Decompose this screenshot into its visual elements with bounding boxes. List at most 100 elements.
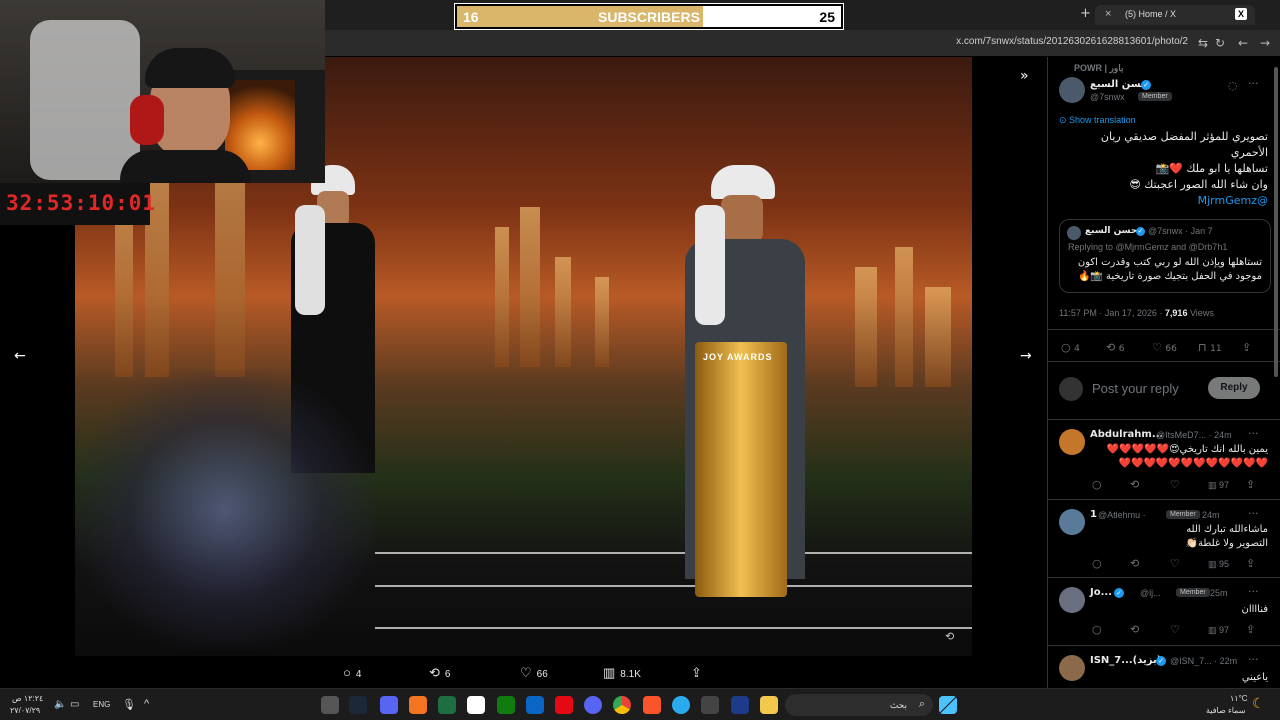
next-photo-button[interactable]: → xyxy=(1020,348,1032,364)
more-icon[interactable]: ··· xyxy=(1248,77,1259,90)
reply-more-icon[interactable]: ··· xyxy=(1248,427,1259,440)
subscriber-goal-bar: 16 SUBSCRIBERS 25 xyxy=(454,3,844,30)
reply-text-line-1: ماشاءالله تبارك الله xyxy=(1186,524,1268,535)
brave-icon[interactable] xyxy=(643,696,661,714)
translate-icon[interactable]: ⇆ xyxy=(1198,36,1208,50)
reply-views[interactable]: ▥ 95 xyxy=(1208,559,1229,570)
steam-icon[interactable] xyxy=(349,696,367,714)
repost-stat[interactable]: ⟲ 6 xyxy=(1106,341,1124,354)
own-avatar xyxy=(1059,377,1083,401)
reply-more-icon[interactable]: ··· xyxy=(1248,653,1259,666)
reply-repost-icon[interactable]: ⟲ xyxy=(1130,623,1139,636)
share-stat-icon[interactable]: ⇪ xyxy=(1242,341,1251,354)
reply-share-icon[interactable]: ⇪ xyxy=(1246,557,1255,570)
app-icon[interactable] xyxy=(731,696,749,714)
discord-icon[interactable] xyxy=(584,696,602,714)
reply-action[interactable]: ○ 4 xyxy=(343,665,361,680)
like-action[interactable]: ♡ 66 xyxy=(520,665,548,681)
address-bar[interactable]: x.com/7snwx/status/2012630261628813601/p… xyxy=(325,30,1280,56)
network-icon[interactable]: ▭ xyxy=(70,699,79,710)
telegram-icon[interactable] xyxy=(672,696,690,714)
quoted-tweet[interactable]: حسن السبع ✓ @7snwx · Jan 7 Replying to @… xyxy=(1059,219,1271,293)
bookmark-stat[interactable]: ⊓ 11 xyxy=(1198,341,1222,354)
author-name[interactable]: حسن السبع xyxy=(1090,79,1148,90)
clock-time[interactable]: ١٢:٢٤ ص xyxy=(12,694,43,703)
repost-stat-count: 6 xyxy=(1118,344,1125,354)
reply-share-icon[interactable]: ⇪ xyxy=(1246,623,1255,636)
reply-avatar xyxy=(1059,509,1085,535)
repost-action[interactable]: ⟲ 6 xyxy=(429,665,450,681)
repost-icon: ⟲ xyxy=(429,665,440,680)
reply-stat-count: 4 xyxy=(1074,344,1080,354)
forward-icon[interactable]: → xyxy=(1260,36,1270,50)
new-tab-button[interactable]: + xyxy=(1080,6,1091,21)
excel-icon[interactable] xyxy=(438,696,456,714)
reply-avatar xyxy=(1059,655,1085,681)
reply-like-icon[interactable]: ♡ xyxy=(1170,478,1180,491)
reply-input[interactable]: Post your reply xyxy=(1092,381,1179,396)
windows-start-icon[interactable] xyxy=(939,696,957,714)
browser-tab[interactable]: × (5) Home / X X xyxy=(1095,5,1255,25)
show-translation-link[interactable]: ⊙ Show translation xyxy=(1059,115,1136,126)
clock-date[interactable]: ٢٧/٠٧/٢٩ xyxy=(10,706,40,715)
reply-more-icon[interactable]: ··· xyxy=(1248,585,1259,598)
like-stat[interactable]: ♡ 66 xyxy=(1152,341,1177,354)
store-icon[interactable] xyxy=(701,696,719,714)
tweet-line-1: تصويري للمؤثر المفضل صديقي ريان xyxy=(1100,130,1268,143)
speaker-icon[interactable]: 🔈 xyxy=(54,699,66,710)
app-icon[interactable] xyxy=(380,696,398,714)
language-indicator[interactable]: ENG xyxy=(93,700,110,709)
verified-icon: ✓ xyxy=(1114,588,1124,598)
show-translation-text: Show translation xyxy=(1069,115,1136,125)
collapse-panel-button[interactable]: » xyxy=(1020,68,1029,84)
author-avatar[interactable] xyxy=(1059,77,1085,103)
file-explorer-icon[interactable] xyxy=(760,696,778,714)
reply-comment-icon[interactable]: ○ xyxy=(1092,557,1102,570)
photo-action-bar: ○ 4 ⟲ 6 ♡ 66 ▥ 8.1K ⇪ xyxy=(325,660,1046,688)
app-icon[interactable] xyxy=(321,696,339,714)
views-action[interactable]: ▥ 8.1K xyxy=(603,665,641,681)
panel-scrollbar[interactable] xyxy=(1274,67,1278,377)
tab-title: (5) Home / X xyxy=(1125,9,1177,19)
reply-repost-icon[interactable]: ⟲ xyxy=(1130,478,1139,491)
reply-like-icon[interactable]: ♡ xyxy=(1170,557,1180,570)
author-handle[interactable]: @7snwx xyxy=(1090,92,1125,102)
edit-image-icon[interactable]: ⟲ xyxy=(945,630,954,643)
reload-icon[interactable]: ↻ xyxy=(1215,36,1225,50)
reply-views[interactable]: ▥ 97 xyxy=(1208,480,1229,491)
grok-icon[interactable]: ◌ xyxy=(1228,79,1238,92)
chevron-up-icon[interactable]: ^ xyxy=(144,698,149,710)
weather-temp[interactable]: ١١°C xyxy=(1230,694,1248,703)
subscriber-current: 16 xyxy=(463,9,479,25)
reply-name: 1 xyxy=(1090,509,1097,520)
reply-views[interactable]: ▥ 97 xyxy=(1208,625,1229,636)
share-action[interactable]: ⇪ xyxy=(691,665,707,681)
close-tab-icon[interactable]: × xyxy=(1105,8,1111,20)
url-text[interactable]: x.com/7snwx/status/2012630261628813601/p… xyxy=(956,36,1188,47)
microphone-icon[interactable]: 🎙 xyxy=(122,698,136,711)
chrome-icon[interactable] xyxy=(613,696,631,714)
app-icon[interactable] xyxy=(467,696,485,714)
reply-like-icon[interactable]: ♡ xyxy=(1170,623,1180,636)
reply-more-icon[interactable]: ··· xyxy=(1248,507,1259,520)
netflix-icon[interactable] xyxy=(555,696,573,714)
reply-share-icon[interactable]: ⇪ xyxy=(1246,478,1255,491)
reply-handle: @lj... xyxy=(1140,588,1161,598)
back-icon[interactable]: ← xyxy=(1238,36,1248,50)
reply-stat[interactable]: ○ 4 xyxy=(1061,341,1080,354)
tweet-panel: POWR | باور حسن السبع ✓ @7snwx Member ◌ … xyxy=(1047,57,1280,688)
reply-repost-icon[interactable]: ⟲ xyxy=(1130,557,1139,570)
reply-comment-icon[interactable]: ○ xyxy=(1092,478,1102,491)
app-icon[interactable] xyxy=(409,696,427,714)
reply-avatar xyxy=(1059,429,1085,455)
tweet-mention[interactable]: @MjrmGemz xyxy=(1101,193,1268,209)
reply-comment-icon[interactable]: ○ xyxy=(1092,623,1102,636)
reply-button[interactable]: Reply xyxy=(1208,377,1260,399)
taskbar-search[interactable]: بحث ⌕ xyxy=(785,694,933,716)
reply-handle: @Atlehmu · xyxy=(1098,510,1146,520)
xbox-icon[interactable] xyxy=(497,696,515,714)
weather-desc[interactable]: سماء صافية xyxy=(1206,706,1246,715)
app-icon[interactable] xyxy=(526,696,544,714)
previous-photo-button[interactable]: ← xyxy=(14,348,26,364)
reply-name: Jo... xyxy=(1090,587,1112,598)
